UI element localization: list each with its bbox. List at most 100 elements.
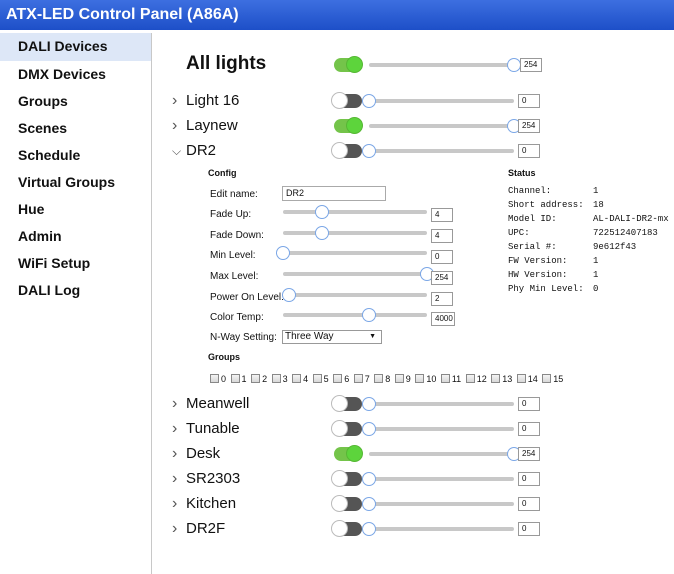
device-row-light-16[interactable]: › Light 16 0 xyxy=(152,89,674,113)
sidebar-item-dali-devices[interactable]: DALI Devices xyxy=(0,33,151,61)
group-checkbox[interactable] xyxy=(465,374,475,384)
group-checkbox[interactable] xyxy=(394,374,404,384)
slider-thumb[interactable] xyxy=(276,246,290,260)
device-level-field[interactable]: 254 xyxy=(518,119,540,133)
slider-thumb[interactable] xyxy=(362,522,376,536)
device-row-dr2f[interactable]: › DR2F 0 xyxy=(152,517,674,541)
device-row-dr2[interactable]: ⌵ DR2 0 xyxy=(152,139,674,163)
max-level-field[interactable]: 254 xyxy=(431,271,453,285)
group-checkbox[interactable] xyxy=(542,374,552,384)
slider-thumb[interactable] xyxy=(507,58,521,72)
power-on-level-slider[interactable] xyxy=(282,288,427,302)
slider-thumb[interactable] xyxy=(362,422,376,436)
group-checkbox[interactable] xyxy=(353,374,363,384)
device-toggle[interactable] xyxy=(331,495,362,512)
group-checkbox[interactable] xyxy=(292,374,302,384)
chevron-right-icon[interactable]: › xyxy=(172,117,186,135)
device-level-field[interactable]: 0 xyxy=(518,144,540,158)
chevron-down-icon[interactable]: ⌵ xyxy=(172,142,186,160)
slider-thumb[interactable] xyxy=(362,497,376,511)
min-level-slider[interactable] xyxy=(276,246,427,260)
fade-up-slider[interactable] xyxy=(283,205,427,219)
sidebar-item-admin[interactable]: Admin xyxy=(0,223,151,250)
edit-name-input[interactable]: DR2 xyxy=(282,186,386,201)
device-toggle[interactable] xyxy=(334,117,363,134)
chevron-right-icon[interactable]: › xyxy=(172,420,186,438)
device-toggle[interactable] xyxy=(331,142,362,159)
device-toggle[interactable] xyxy=(331,470,362,487)
device-name[interactable]: Kitchen xyxy=(186,492,236,516)
device-name[interactable]: DR2F xyxy=(186,517,225,541)
device-name[interactable]: Desk xyxy=(186,442,220,466)
device-level-slider[interactable] xyxy=(362,396,514,412)
group-checkbox[interactable] xyxy=(312,374,322,384)
group-checkbox[interactable] xyxy=(374,374,384,384)
fade-up-field[interactable]: 4 xyxy=(431,208,453,222)
device-level-field[interactable]: 0 xyxy=(518,497,540,511)
fade-down-field[interactable]: 4 xyxy=(431,229,453,243)
device-row-laynew[interactable]: › Laynew 254 xyxy=(152,114,674,138)
fade-down-slider[interactable] xyxy=(283,226,427,240)
device-name[interactable]: Laynew xyxy=(186,114,238,138)
device-level-slider[interactable] xyxy=(362,521,514,537)
device-level-slider[interactable] xyxy=(369,446,521,462)
color-temp-slider[interactable] xyxy=(283,308,427,322)
group-checkbox[interactable] xyxy=(415,374,425,384)
device-row-meanwell[interactable]: › Meanwell 0 xyxy=(152,392,674,416)
device-row-sr2303[interactable]: › SR2303 0 xyxy=(152,467,674,491)
slider-thumb[interactable] xyxy=(362,94,376,108)
device-name[interactable]: Light 16 xyxy=(186,89,239,113)
device-row-desk[interactable]: › Desk 254 xyxy=(152,442,674,466)
chevron-right-icon[interactable]: › xyxy=(172,495,186,513)
device-toggle[interactable] xyxy=(334,445,363,462)
sidebar-item-hue[interactable]: Hue xyxy=(0,196,151,223)
all-lights-level-field[interactable]: 254 xyxy=(520,58,542,72)
device-name[interactable]: Meanwell xyxy=(186,392,249,416)
device-level-slider[interactable] xyxy=(362,93,514,109)
device-level-slider[interactable] xyxy=(362,496,514,512)
sidebar-item-dmx-devices[interactable]: DMX Devices xyxy=(0,61,151,88)
group-checkbox[interactable] xyxy=(333,374,343,384)
device-level-field[interactable]: 0 xyxy=(518,397,540,411)
nway-select[interactable]: Three Way ▼ xyxy=(282,330,382,344)
device-level-field[interactable]: 0 xyxy=(518,422,540,436)
device-level-field[interactable]: 0 xyxy=(518,522,540,536)
sidebar-item-groups[interactable]: Groups xyxy=(0,88,151,115)
group-checkbox[interactable] xyxy=(210,374,219,384)
device-toggle[interactable] xyxy=(331,395,362,412)
group-checkbox[interactable] xyxy=(491,374,501,384)
device-level-slider[interactable] xyxy=(369,118,521,134)
all-lights-toggle[interactable] xyxy=(334,56,363,73)
group-checkbox[interactable] xyxy=(251,374,261,384)
group-checkbox[interactable] xyxy=(440,374,450,384)
device-level-field[interactable]: 0 xyxy=(518,94,540,108)
chevron-right-icon[interactable]: › xyxy=(172,92,186,110)
slider-thumb[interactable] xyxy=(362,472,376,486)
slider-thumb[interactable] xyxy=(362,308,377,322)
slider-thumb[interactable] xyxy=(314,205,329,219)
device-name[interactable]: DR2 xyxy=(186,139,216,163)
power-on-level-field[interactable]: 2 xyxy=(431,292,453,306)
sidebar-item-dali-log[interactable]: DALI Log xyxy=(0,277,151,304)
device-level-field[interactable]: 254 xyxy=(518,447,540,461)
sidebar-item-wifi-setup[interactable]: WiFi Setup xyxy=(0,250,151,277)
slider-thumb[interactable] xyxy=(362,397,376,411)
device-row-kitchen[interactable]: › Kitchen 0 xyxy=(152,492,674,516)
device-toggle[interactable] xyxy=(331,92,362,109)
device-level-slider[interactable] xyxy=(362,143,514,159)
color-temp-field[interactable]: 4000 xyxy=(431,312,455,326)
device-toggle[interactable] xyxy=(331,520,362,537)
device-level-slider[interactable] xyxy=(362,471,514,487)
device-level-slider[interactable] xyxy=(362,421,514,437)
group-checkbox[interactable] xyxy=(230,374,240,384)
chevron-right-icon[interactable]: › xyxy=(172,395,186,413)
device-name[interactable]: SR2303 xyxy=(186,467,240,491)
group-checkbox[interactable] xyxy=(271,374,281,384)
sidebar-item-scenes[interactable]: Scenes xyxy=(0,115,151,142)
min-level-field[interactable]: 0 xyxy=(431,250,453,264)
device-level-field[interactable]: 0 xyxy=(518,472,540,486)
chevron-right-icon[interactable]: › xyxy=(172,520,186,538)
device-row-tunable[interactable]: › Tunable 0 xyxy=(152,417,674,441)
chevron-right-icon[interactable]: › xyxy=(172,470,186,488)
sidebar-item-virtual-groups[interactable]: Virtual Groups xyxy=(0,169,151,196)
